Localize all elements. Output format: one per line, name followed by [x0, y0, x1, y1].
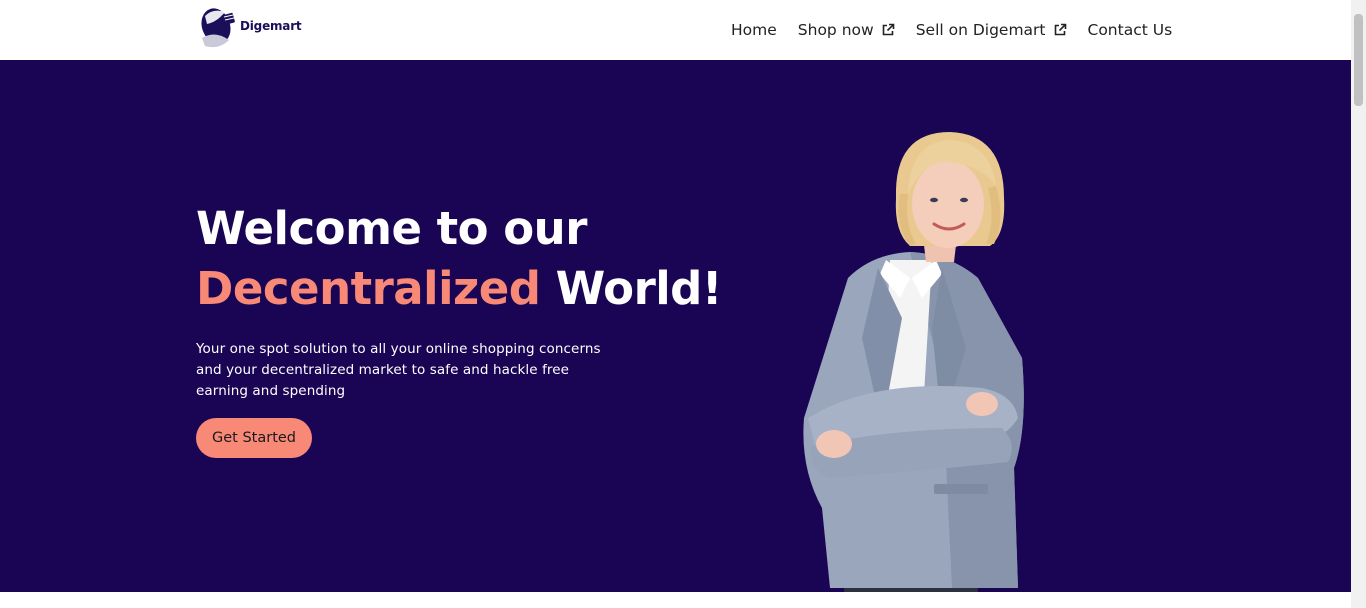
nav-contact-us[interactable]: Contact Us	[1088, 21, 1173, 39]
external-link-icon	[882, 23, 894, 36]
nav-home[interactable]: Home	[731, 21, 777, 39]
brand-logo[interactable]: Digemart	[197, 4, 302, 50]
hero-description: Your one spot solution to all your onlin…	[196, 341, 601, 399]
nav-contact-label: Contact Us	[1087, 21, 1173, 39]
nav-sell-on-digemart[interactable]: Sell on Digemart	[916, 21, 1067, 39]
external-link-icon	[1054, 23, 1066, 36]
scrollbar-thumb[interactable]	[1354, 14, 1363, 106]
page: Digemart Home Shop now Sell on Digemart	[0, 0, 1366, 608]
next-section-edge	[0, 592, 1351, 608]
nav-shop-now[interactable]: Shop now	[798, 21, 895, 39]
hero-title: Welcome to our Decentralized World!	[196, 199, 722, 319]
main-nav: Home Shop now Sell on Digemart Contact U…	[731, 19, 1172, 41]
nav-shop-now-label: Shop now	[797, 21, 874, 39]
page-scrollbar[interactable]	[1351, 0, 1366, 608]
site-header: Digemart Home Shop now Sell on Digemart	[0, 0, 1351, 60]
hero-title-accent: Decentralized	[196, 262, 541, 315]
hero-title-line1: Welcome to our	[196, 202, 587, 255]
hero-title-rest: World!	[540, 262, 723, 315]
hero-section: Welcome to our Decentralized World! Your…	[0, 60, 1351, 592]
nav-sell-label: Sell on Digemart	[915, 21, 1046, 39]
brand-name: Digemart	[240, 19, 302, 33]
get-started-button[interactable]: Get Started	[196, 418, 312, 458]
nav-home-label: Home	[731, 21, 777, 39]
hero-person-image	[803, 132, 1024, 592]
